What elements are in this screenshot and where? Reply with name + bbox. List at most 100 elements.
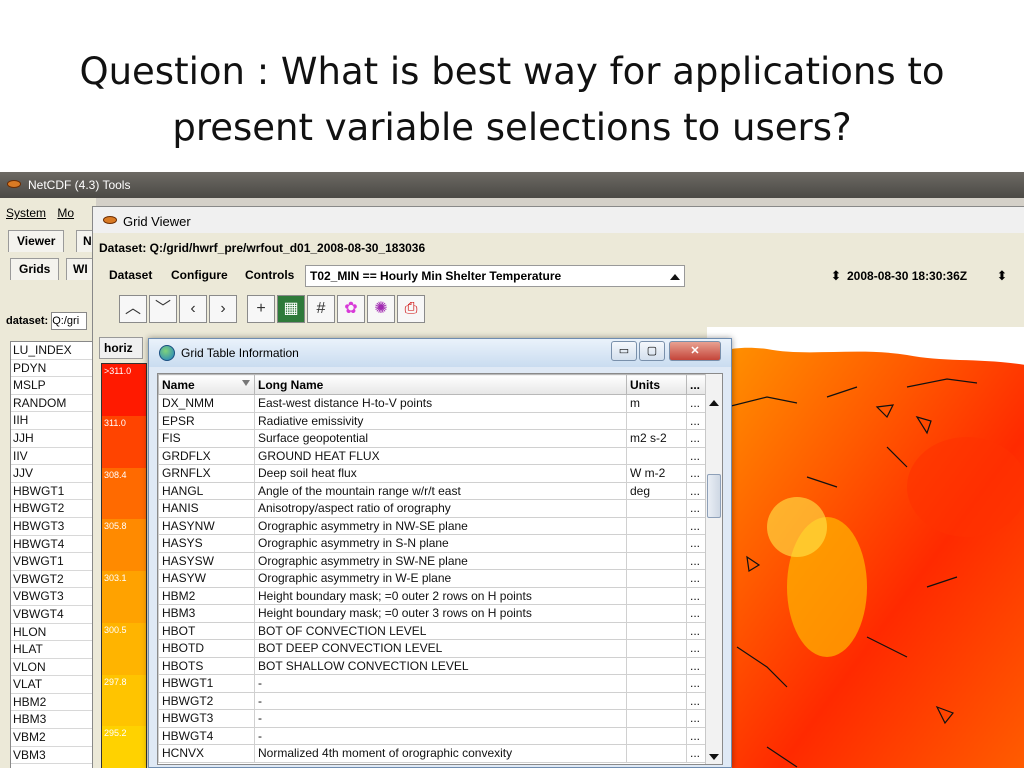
chevron-down-icon[interactable]: ﹀ xyxy=(149,295,177,323)
menu-configure[interactable]: Configure xyxy=(171,268,228,282)
variable-list-item[interactable]: HBM3 xyxy=(11,711,93,730)
table-row[interactable]: DX_NMM East-west distance H-to-V points m.… xyxy=(158,394,707,413)
table-row[interactable]: HASYNW Orographic asymmetry in NW-SE plan… xyxy=(158,516,707,535)
table-row[interactable]: HBWGT3-... xyxy=(158,709,707,728)
variable-list-item[interactable]: VLON xyxy=(11,659,93,677)
table-row[interactable]: HBWGT2-... xyxy=(158,691,707,710)
minimize-button[interactable]: ▭ xyxy=(611,341,637,361)
cell-more[interactable]: ... xyxy=(686,656,707,675)
chevron-left-icon[interactable]: ‹ xyxy=(179,295,207,323)
variable-list-item[interactable]: VBM3 xyxy=(11,747,93,765)
column-header-more[interactable]: ... xyxy=(686,374,707,395)
cell-more[interactable]: ... xyxy=(686,551,707,570)
variable-spinner-icon[interactable]: ⬍ xyxy=(829,265,843,287)
table-scrollbar[interactable] xyxy=(705,374,722,764)
table-row[interactable]: GRNFLX Deep soil heat flux W m-2... xyxy=(158,464,707,483)
cell-more[interactable]: ... xyxy=(686,446,707,465)
cell-more[interactable]: ... xyxy=(686,586,707,605)
menu-modes[interactable]: Mo xyxy=(57,206,74,220)
table-row[interactable]: HBM2 Height boundary mask; =0 outer 2 row… xyxy=(158,586,707,605)
variable-list-item[interactable]: VBWGT3 xyxy=(11,588,93,606)
variable-select[interactable]: T02_MIN == Hourly Min Shelter Temperatur… xyxy=(305,265,685,287)
variable-list-item[interactable]: IIV xyxy=(11,448,93,466)
cell-more[interactable]: ... xyxy=(686,394,707,413)
cell-more[interactable]: ... xyxy=(686,674,707,693)
variable-list-item[interactable]: HBWGT4 xyxy=(11,536,93,554)
table-row[interactable]: HASYW Orographic asymmetry in W-E plane..… xyxy=(158,569,707,588)
table-row[interactable]: HBM3 Height boundary mask; =0 outer 3 row… xyxy=(158,604,707,623)
plus-icon[interactable]: + xyxy=(247,295,275,323)
map-icon[interactable]: ▦ xyxy=(277,295,305,323)
variable-list-item[interactable]: PDYN xyxy=(11,360,93,378)
table-row[interactable]: EPSR Radiative emissivity... xyxy=(158,411,707,430)
menu-dataset[interactable]: Dataset xyxy=(109,268,152,282)
variable-list-item[interactable]: JJV xyxy=(11,465,93,483)
dataset-input[interactable] xyxy=(51,312,88,330)
variable-list-item[interactable]: MSLP xyxy=(11,377,93,395)
scroll-up-icon[interactable] xyxy=(709,400,719,406)
cell-more[interactable]: ... xyxy=(686,516,707,535)
column-header-units[interactable]: Units xyxy=(626,374,687,395)
cell-more[interactable]: ... xyxy=(686,744,707,763)
cell-more[interactable]: ... xyxy=(686,726,707,745)
scroll-down-icon[interactable] xyxy=(709,754,719,760)
temperature-map[interactable] xyxy=(707,327,1024,768)
cell-more[interactable]: ... xyxy=(686,604,707,623)
variable-list-item[interactable]: LU_INDEX xyxy=(11,342,93,360)
time-spinner-icon[interactable]: ⬍ xyxy=(995,265,1009,287)
cell-more[interactable]: ... xyxy=(686,691,707,710)
column-header-long-name[interactable]: Long Name xyxy=(254,374,627,395)
cell-more[interactable]: ... xyxy=(686,411,707,430)
print-icon[interactable]: ⎙ xyxy=(397,295,425,323)
cell-more[interactable]: ... xyxy=(686,429,707,448)
table-row[interactable]: GRDFLX GROUND HEAT FLUX... xyxy=(158,446,707,465)
cell-more[interactable]: ... xyxy=(686,639,707,658)
close-button[interactable]: ✕ xyxy=(669,341,721,361)
variable-list-item[interactable]: HLAT xyxy=(11,641,93,659)
variable-list-item[interactable]: IIH xyxy=(11,412,93,430)
cell-more[interactable]: ... xyxy=(686,481,707,500)
variable-list-item[interactable]: HBWGT3 xyxy=(11,518,93,536)
table-row[interactable]: HBOTD BOT DEEP CONVECTION LEVEL... xyxy=(158,639,707,658)
cell-more[interactable]: ... xyxy=(686,709,707,728)
column-header-name[interactable]: Name xyxy=(158,374,255,395)
table-row[interactable]: HANIS Anisotropy/aspect ratio of orograph… xyxy=(158,499,707,518)
subtab-grids[interactable]: Grids xyxy=(10,258,60,280)
color-icon[interactable]: ✺ xyxy=(367,295,395,323)
variable-list-item[interactable]: VLAT xyxy=(11,676,93,694)
cell-more[interactable]: ... xyxy=(686,534,707,553)
variable-list-item[interactable]: JJH xyxy=(11,430,93,448)
variable-list-item[interactable]: VBM2 xyxy=(11,729,93,747)
tab-viewer[interactable]: Viewer xyxy=(8,230,65,252)
table-row[interactable]: HANGL Angle of the mountain range w/r/t e… xyxy=(158,481,707,500)
scroll-thumb[interactable] xyxy=(707,474,721,518)
grid-icon[interactable]: # xyxy=(307,295,335,323)
chevron-up-icon[interactable]: ︿ xyxy=(119,295,147,323)
variable-list-item[interactable]: VBWGT1 xyxy=(11,553,93,571)
cell-more[interactable]: ... xyxy=(686,569,707,588)
cell-more[interactable]: ... xyxy=(686,464,707,483)
variable-list-item[interactable]: RANDOM xyxy=(11,395,93,413)
chevron-right-icon[interactable]: › xyxy=(209,295,237,323)
maximize-button[interactable]: ▢ xyxy=(639,341,665,361)
table-row[interactable]: HBOT BOT OF CONVECTION LEVEL... xyxy=(158,621,707,640)
menu-system[interactable]: System xyxy=(6,206,46,220)
table-row[interactable]: HASYS Orographic asymmetry in S-N plane..… xyxy=(158,534,707,553)
variable-list[interactable]: LU_INDEX PDYN MSLP RANDOM IIH JJH IIV JJV HBWGT1… xyxy=(10,341,94,768)
table-row[interactable]: HBOTS BOT SHALLOW CONVECTION LEVEL... xyxy=(158,656,707,675)
variable-list-item[interactable]: HBWGT1 xyxy=(11,483,93,501)
variable-list-item[interactable]: VBWGT4 xyxy=(11,606,93,624)
menu-controls[interactable]: Controls xyxy=(245,268,294,282)
time-select[interactable]: 2008-08-30 18:30:36Z xyxy=(847,265,967,283)
variable-list-item[interactable]: HBM2 xyxy=(11,694,93,712)
variable-list-item[interactable]: VBWGT2 xyxy=(11,571,93,589)
variable-list-item[interactable]: HBWGT2 xyxy=(11,500,93,518)
table-row[interactable]: HBWGT4-... xyxy=(158,726,707,745)
variable-list-item[interactable]: HLON xyxy=(11,624,93,642)
table-row[interactable]: FIS Surface geopotential m2 s-2... xyxy=(158,429,707,448)
cell-more[interactable]: ... xyxy=(686,621,707,640)
table-row[interactable]: HASYSW Orographic asymmetry in SW-NE plan… xyxy=(158,551,707,570)
table-row[interactable]: HCNVX Normalized 4th moment of orographic… xyxy=(158,744,707,763)
table-row[interactable]: HBWGT1-... xyxy=(158,674,707,693)
horiz-tab[interactable]: horiz xyxy=(99,337,143,359)
